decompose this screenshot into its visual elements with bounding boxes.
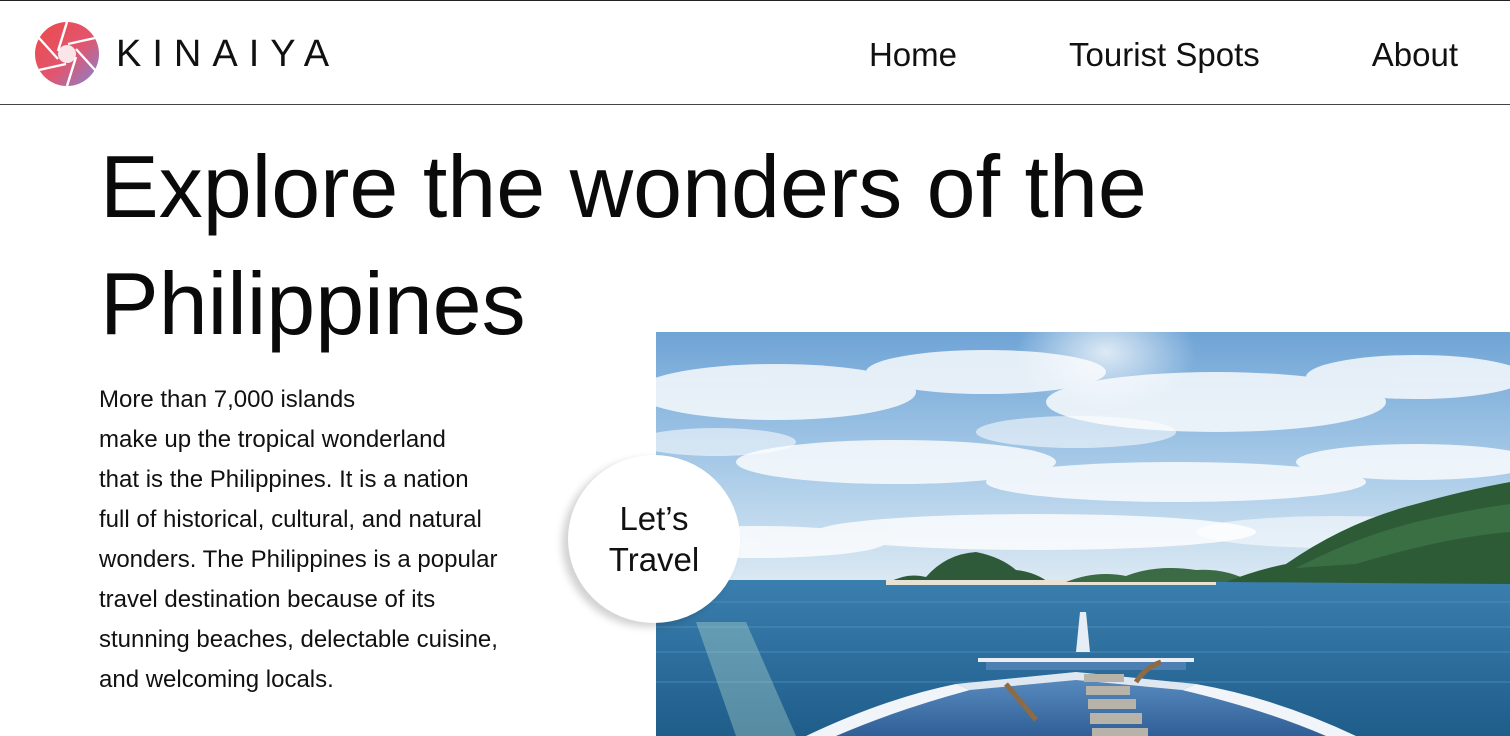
- nav-about-link[interactable]: About: [1372, 36, 1458, 71]
- hero-description-line: make up the tropical wonderland: [99, 426, 446, 453]
- hero-description-line: that is the Philippines. It is a nation: [99, 466, 469, 493]
- hero-description: More than 7,000 islands make up the trop…: [99, 380, 559, 700]
- boat-bow-ocean-island-photo: [656, 332, 1510, 736]
- page: KINAIYA Home Tourist Spots About Explore…: [0, 0, 1510, 736]
- main-nav: Home Tourist Spots About: [869, 1, 1458, 106]
- aperture-logo-icon: [35, 21, 99, 87]
- hero-photo: [656, 332, 1510, 736]
- hero-description-line: full of historical, cultural, and natura…: [99, 506, 482, 533]
- brand-name: KINAIYA: [116, 33, 341, 75]
- hero-description-line: wonders. The Philippines is a popular: [99, 546, 498, 573]
- brand-home-link[interactable]: KINAIYA: [34, 21, 340, 87]
- hero-description-line: and welcoming locals.: [99, 666, 334, 693]
- site-header: KINAIYA Home Tourist Spots About: [0, 0, 1510, 105]
- hero-title: Explore the wonders of the Philippines: [100, 128, 1350, 362]
- hero-title-line-1: Explore the wonders of the: [100, 137, 1147, 236]
- nav-home-link[interactable]: Home: [869, 36, 957, 71]
- nav-tourist-spots-link[interactable]: Tourist Spots: [1069, 36, 1260, 71]
- lets-travel-button[interactable]: Let’s Travel: [568, 455, 740, 623]
- hero-description-line: More than 7,000 islands: [99, 386, 356, 413]
- hero-description-line: travel destination because of its: [99, 586, 436, 613]
- lets-travel-line-2: Travel: [608, 541, 700, 578]
- hero-title-line-2: Philippines: [100, 254, 526, 353]
- hero-description-line: stunning beaches, delectable cuisine,: [99, 626, 498, 653]
- lets-travel-line-1: Let’s: [619, 500, 689, 537]
